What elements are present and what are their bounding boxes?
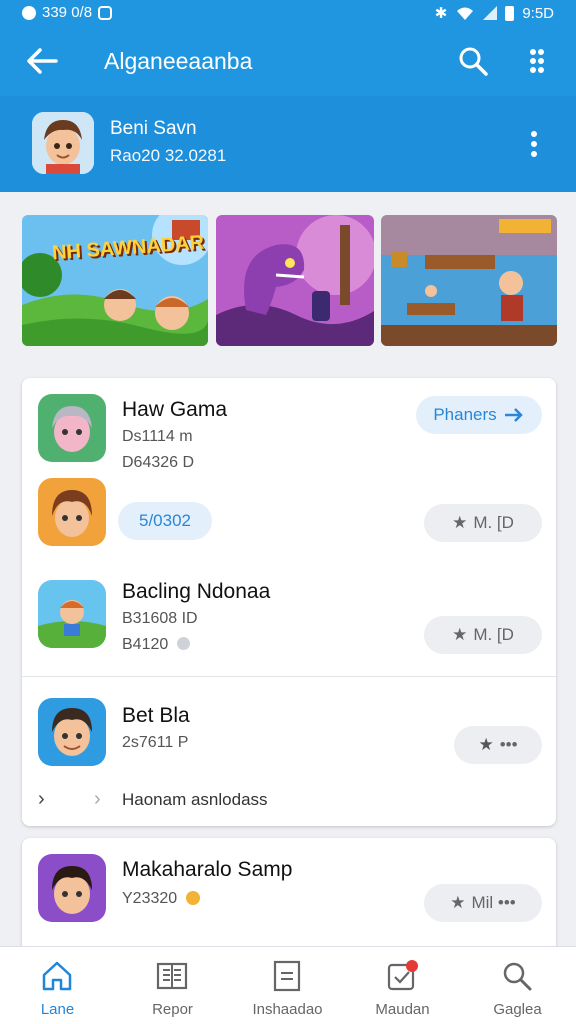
page-title: Alganeeaanba <box>104 48 253 74</box>
status-time-right: 9:5D <box>522 4 554 22</box>
avatar-image <box>32 112 94 174</box>
app-bar: Alganeeaanba <box>0 26 576 96</box>
app-icon <box>38 854 106 922</box>
star-icon: ★ <box>478 735 494 754</box>
coin-icon <box>185 891 200 905</box>
profile-subtitle: Rao20 32.0281 <box>110 146 227 165</box>
rate-button[interactable]: ★ Mil ••• <box>424 884 542 922</box>
item-title: Bet Bla <box>122 704 190 727</box>
game-list-card: Haw Gama Ds1114 m D64326 D Phaners 5/030… <box>22 378 556 826</box>
rate-button[interactable]: ★ M. [D <box>424 504 542 542</box>
banner-image <box>381 215 557 346</box>
item-line: B4120 <box>122 636 190 654</box>
item-line: 2s7611 P <box>122 734 189 751</box>
action-label: Mil ••• <box>471 893 516 912</box>
star-icon: ★ <box>452 625 468 644</box>
rate-button[interactable]: ★ M. [D <box>424 616 542 654</box>
nav-item-home[interactable]: Lane <box>0 947 115 1024</box>
rate-button[interactable]: ★ ••• <box>454 726 542 764</box>
status-bar: 339 0/8 ✱ 9:5D <box>0 0 576 26</box>
document-icon <box>273 960 301 992</box>
item-chip: 5/0302 <box>118 502 212 540</box>
app-icon <box>38 478 106 546</box>
status-right: ✱ 9:5D <box>434 4 554 23</box>
app-notification-icon <box>98 5 113 20</box>
more-vert-icon[interactable] <box>522 44 552 78</box>
item-line: D64326 D <box>122 454 195 471</box>
item-title: Bacling Ndonaa <box>122 580 271 603</box>
battery-icon <box>505 5 515 21</box>
more-vert-icon[interactable] <box>520 128 548 160</box>
star-icon: ★ <box>452 513 468 532</box>
banner-item[interactable]: NH SAWNADAR <box>22 215 208 346</box>
profile-header[interactable]: Beni Savn Rao20 32.0281 <box>0 96 576 192</box>
nav-item-notification[interactable]: Maudan <box>345 947 460 1024</box>
app-icon <box>38 580 106 648</box>
chevron-right-icon[interactable]: › <box>94 788 101 811</box>
chip-label: 5/0302 <box>139 511 191 530</box>
banner-image <box>216 215 374 346</box>
search-icon[interactable] <box>456 44 490 78</box>
item-title: Haw Gama <box>122 398 228 421</box>
app-icon <box>38 394 106 462</box>
status-left: 339 0/8 <box>22 4 113 21</box>
report-icon <box>156 962 188 990</box>
nav-label: Lane <box>40 1001 75 1018</box>
nav-item-search[interactable]: Gaglea <box>460 947 575 1024</box>
status-dot-icon <box>176 637 190 650</box>
profile-name: Beni Savn <box>110 118 197 139</box>
item-title: Makaharalo Samp <box>122 858 293 881</box>
notification-dot-icon <box>22 5 36 20</box>
nav-item-document[interactable]: Inshaadao <box>230 947 345 1024</box>
banner-item[interactable] <box>381 215 557 346</box>
wifi-icon <box>457 7 474 20</box>
send-icon <box>504 408 523 422</box>
nav-label: Gaglea <box>493 1001 542 1018</box>
star-icon: ★ <box>450 893 466 912</box>
item-line-text: B4120 <box>122 636 169 653</box>
bluetooth-icon: ✱ <box>434 5 448 22</box>
search-icon <box>503 962 532 991</box>
item-line-text: Y23320 <box>122 890 178 907</box>
action-button[interactable]: Phaners <box>416 396 542 434</box>
nav-label: Inshaadao <box>252 1001 323 1018</box>
chevron-right-icon[interactable]: › <box>38 788 45 811</box>
avatar[interactable] <box>32 112 94 174</box>
item-line: Ds1114 m <box>122 428 193 445</box>
bottom-navigation: Lane Repor Inshaadao Maudan Gaglea <box>0 946 576 1024</box>
action-label: M. [D <box>473 625 514 644</box>
signal-icon <box>483 6 498 20</box>
arrow-left-icon[interactable] <box>22 42 62 80</box>
divider <box>22 676 556 677</box>
notification-icon <box>387 960 418 991</box>
dots-icon: ••• <box>499 735 518 754</box>
item-line: B31608 ID <box>122 610 198 627</box>
nav-label: Maudan <box>375 1001 430 1018</box>
status-time-left: 339 0/8 <box>42 4 93 21</box>
footer-text: Haonam asnlodass <box>122 790 268 809</box>
home-icon <box>42 961 72 991</box>
nav-item-report[interactable]: Repor <box>115 947 230 1024</box>
item-line: Y23320 <box>122 890 200 908</box>
banner-item[interactable] <box>216 215 374 346</box>
action-label: Phaners <box>433 405 497 424</box>
action-label: M. [D <box>473 513 514 532</box>
nav-label: Repor <box>152 1001 193 1018</box>
app-icon <box>38 698 106 766</box>
